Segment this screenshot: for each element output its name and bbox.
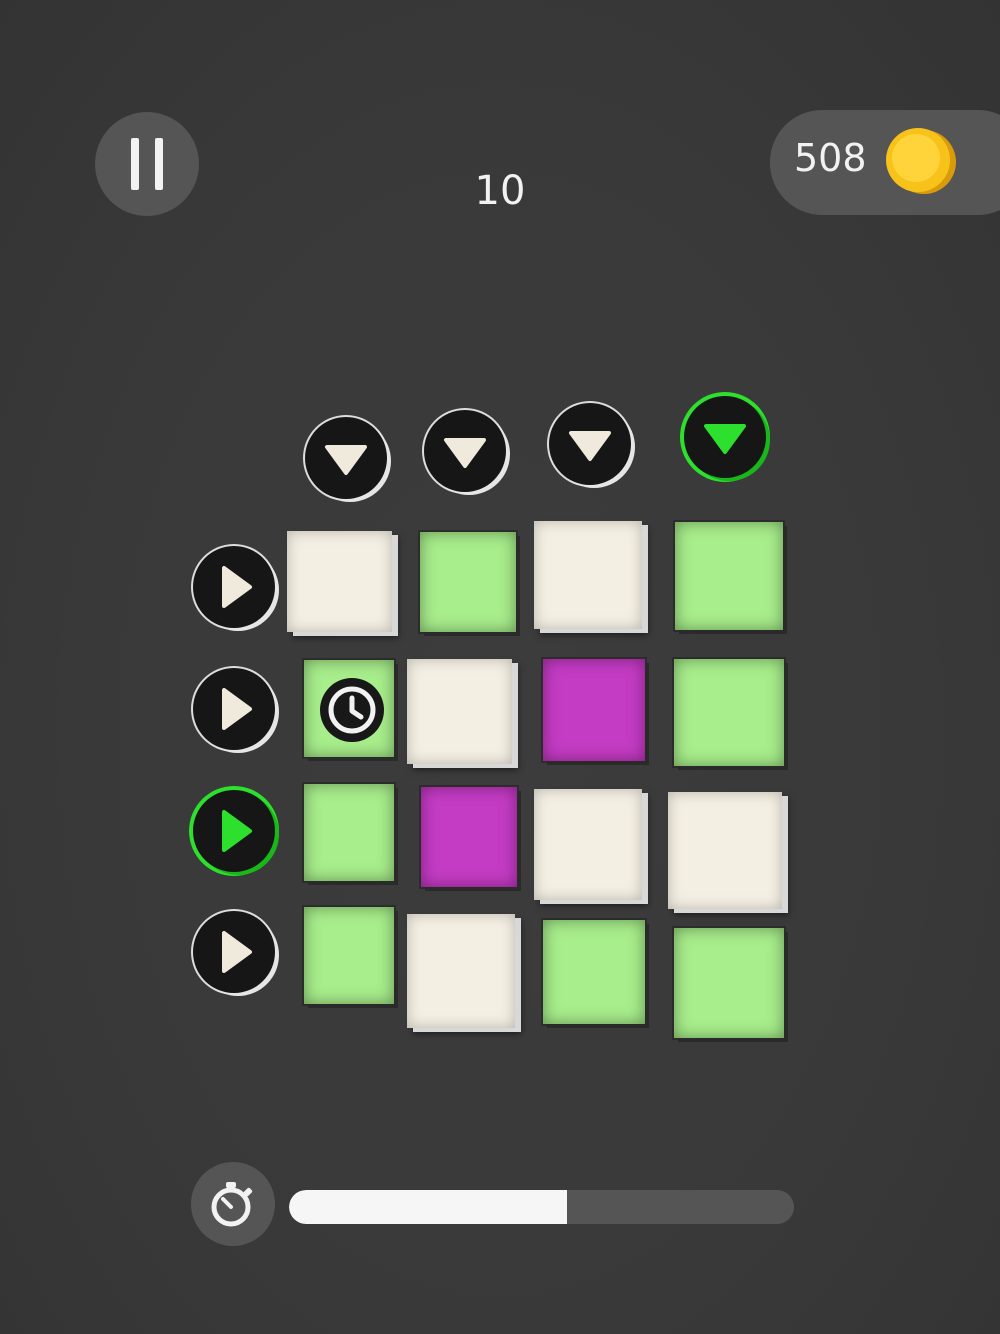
tile-green <box>674 928 784 1038</box>
coin-icon <box>886 128 956 194</box>
time-progress-fill <box>289 1190 567 1224</box>
clock-icon <box>320 678 384 742</box>
row-arrow-button[interactable] <box>193 668 275 750</box>
column-arrow-button[interactable] <box>305 417 387 499</box>
arrow-down-icon <box>444 438 486 468</box>
row-arrow-button[interactable] <box>193 546 275 628</box>
stopwatch-icon <box>211 1182 253 1227</box>
tile-white <box>407 914 515 1028</box>
arrow-down-icon <box>325 445 367 475</box>
tile-green <box>420 532 516 632</box>
tile-magenta <box>421 787 517 887</box>
timer-button <box>191 1162 275 1246</box>
arrow-right-icon <box>222 931 252 973</box>
column-arrow-button[interactable] <box>424 410 506 492</box>
game-screen: 10 508 <box>0 0 1000 1334</box>
tile-white <box>668 792 782 909</box>
tile-green <box>304 784 394 881</box>
tile-white <box>534 789 642 900</box>
column-arrow-button[interactable] <box>549 403 631 485</box>
tile-white <box>407 659 512 764</box>
tile-white <box>534 521 642 629</box>
tile-green <box>674 659 784 766</box>
row-arrow-button[interactable] <box>193 911 275 993</box>
tile-white <box>287 531 392 632</box>
coin-count: 508 <box>794 136 867 180</box>
arrow-down-icon <box>704 424 746 454</box>
time-progress-bar <box>289 1190 794 1224</box>
tile-green <box>304 907 394 1004</box>
column-arrow-button[interactable] <box>684 396 766 478</box>
row-arrow-button[interactable] <box>193 790 275 872</box>
tile-green <box>543 920 645 1024</box>
arrow-right-icon <box>222 566 252 608</box>
tile-green <box>304 660 394 757</box>
tile-magenta <box>543 659 645 761</box>
arrow-down-icon <box>569 431 611 461</box>
tile-green <box>675 522 783 630</box>
arrow-right-icon <box>222 688 252 730</box>
arrow-right-icon <box>222 810 252 852</box>
